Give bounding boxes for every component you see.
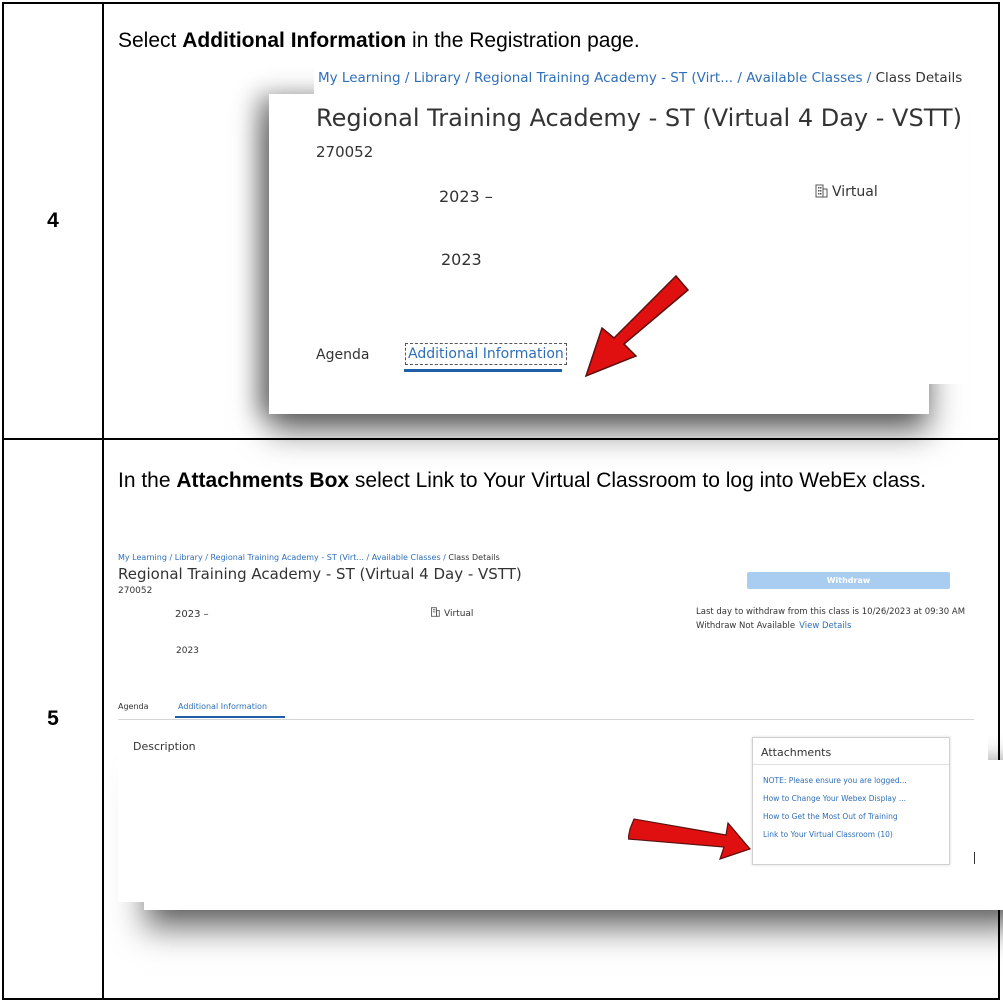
class-code: 270052: [118, 586, 153, 596]
step-number: 4: [2, 2, 104, 440]
breadcrumb-library[interactable]: Library: [414, 70, 461, 86]
step-row-5: 5 In the Attachments Box select Link to …: [2, 438, 1003, 1000]
location: Virtual: [814, 184, 878, 200]
page-title: Regional Training Academy - ST (Virtual …: [316, 104, 962, 132]
class-details-screenshot: My Learning / Library / Regional Trainin…: [118, 552, 988, 902]
end-date: 2023: [441, 250, 482, 269]
step-instruction: In the Attachments Box select Link to Yo…: [118, 469, 927, 492]
tab-agenda[interactable]: Agenda: [316, 347, 369, 363]
withdraw-deadline: Last day to withdraw from this class is …: [696, 607, 966, 617]
breadcrumb-course[interactable]: Regional Training Academy - ST (Virt...: [474, 70, 733, 86]
class-details-screenshot: My Learning / Library / Regional Trainin…: [314, 64, 967, 384]
breadcrumb-library[interactable]: Library: [175, 553, 203, 562]
attachments-box: Attachments NOTE: Please ensure you are …: [752, 737, 950, 865]
building-icon: [431, 607, 440, 617]
building-icon: [815, 184, 828, 198]
withdraw-button[interactable]: Withdraw: [747, 572, 950, 589]
location-label: Virtual: [444, 609, 474, 619]
end-date: 2023: [176, 646, 199, 656]
breadcrumb-current: Class Details: [448, 553, 500, 562]
divider: [974, 852, 975, 864]
step-number: 5: [2, 438, 104, 1000]
attachment-link[interactable]: How to Change Your Webex Display ...: [763, 794, 906, 803]
active-tab-underline: [175, 716, 285, 718]
breadcrumb: My Learning / Library / Regional Trainin…: [318, 70, 963, 86]
tab-additional-information[interactable]: Additional Information: [405, 343, 567, 365]
view-details-link[interactable]: View Details: [799, 621, 851, 631]
breadcrumb-available-classes[interactable]: Available Classes: [746, 70, 862, 86]
divider: [753, 764, 949, 765]
steps-table: 4 Select Additional Information in the R…: [2, 2, 1003, 1000]
description-label: Description: [133, 740, 196, 753]
attachment-link[interactable]: How to Get the Most Out of Training: [763, 812, 898, 821]
tab-agenda[interactable]: Agenda: [118, 702, 149, 711]
breadcrumb-my-learning[interactable]: My Learning: [118, 553, 167, 562]
active-tab-underline: [404, 369, 562, 372]
breadcrumb-course[interactable]: Regional Training Academy - ST (Virt...: [210, 553, 364, 562]
attachment-link[interactable]: NOTE: Please ensure you are logged...: [763, 776, 907, 785]
step-content: In the Attachments Box select Link to Yo…: [102, 438, 1003, 1000]
breadcrumb-my-learning[interactable]: My Learning: [318, 70, 401, 86]
location-label: Virtual: [832, 184, 878, 200]
breadcrumb-available-classes[interactable]: Available Classes: [372, 553, 441, 562]
class-code: 270052: [316, 143, 374, 161]
start-date: 2023 –: [175, 609, 209, 620]
red-arrow-icon: [584, 274, 690, 378]
divider: [118, 719, 974, 720]
attachments-title: Attachments: [761, 746, 832, 759]
breadcrumb: My Learning / Library / Regional Trainin…: [118, 553, 500, 562]
virtual-classroom-link[interactable]: Link to Your Virtual Classroom (10): [763, 830, 893, 839]
step-instruction: Select Additional Information in the Reg…: [118, 29, 640, 52]
step-row-4: 4 Select Additional Information in the R…: [2, 2, 1000, 440]
location: Virtual: [430, 607, 473, 619]
step-content: Select Additional Information in the Reg…: [102, 2, 1000, 440]
red-arrow-icon: [628, 818, 752, 860]
tab-additional-information[interactable]: Additional Information: [178, 702, 267, 711]
withdraw-status: Withdraw Not Available View Details: [696, 621, 852, 631]
breadcrumb-current: Class Details: [875, 70, 963, 86]
start-date: 2023 –: [439, 187, 493, 206]
page-title: Regional Training Academy - ST (Virtual …: [118, 565, 522, 583]
